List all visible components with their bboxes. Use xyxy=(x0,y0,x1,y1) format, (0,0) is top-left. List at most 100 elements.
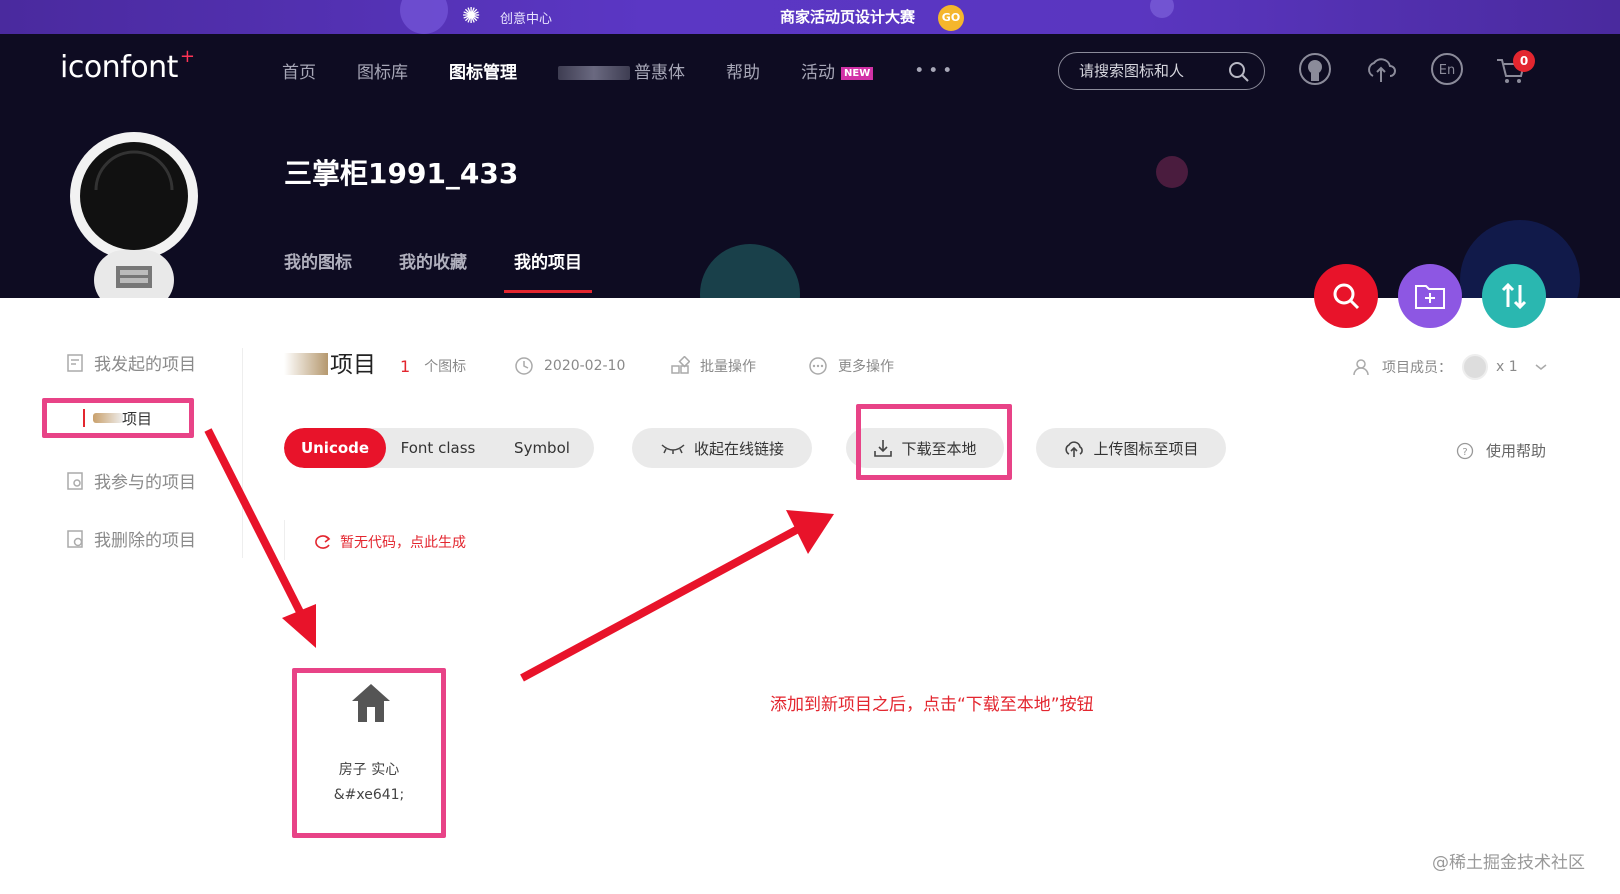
usage-help-link[interactable]: ? 使用帮助 xyxy=(1456,440,1546,461)
help-label: 使用帮助 xyxy=(1486,442,1547,460)
svg-text:En: En xyxy=(1439,63,1455,78)
project-date: 2020-02-10 xyxy=(514,356,625,376)
batch-grid-icon xyxy=(671,356,690,374)
project-members[interactable]: 项目成员： x 1 xyxy=(1352,354,1548,380)
user-icon xyxy=(1353,359,1369,376)
upload-to-project-button[interactable]: 上传图标至项目 xyxy=(1036,428,1226,468)
header-decoration xyxy=(700,244,800,298)
sidebar-item-initiated[interactable]: 我发起的项目 xyxy=(66,350,196,375)
icon-name: 房子 实心 xyxy=(338,762,400,778)
sidebar-divider xyxy=(242,348,243,558)
username: 三掌柜1991_433 xyxy=(284,157,519,190)
button-label: 上传图标至项目 xyxy=(1093,439,1199,458)
more-operations-label: 更多操作 xyxy=(838,359,894,375)
search-box[interactable] xyxy=(1058,52,1265,90)
promo-go-button[interactable]: GO xyxy=(938,5,964,31)
site-header: iconfont+ 首页 图标库 图标管理 普惠体 帮助 活动 NEW ••• E… xyxy=(0,34,1620,298)
code-type-switch: Unicode Font class Symbol xyxy=(284,428,594,468)
active-indicator xyxy=(83,409,85,427)
nav-icon-manage[interactable]: 图标管理 xyxy=(449,58,517,83)
new-project-fab[interactable] xyxy=(1398,264,1462,328)
main-nav: 首页 图标库 图标管理 普惠体 帮助 活动 NEW ••• xyxy=(282,58,997,84)
sidebar-item-current-project[interactable]: 项目 xyxy=(42,398,194,438)
help-circle-icon: ? xyxy=(1456,442,1474,459)
search-input[interactable] xyxy=(1079,62,1219,80)
promo-title: 商家活动页设计大赛 xyxy=(780,8,916,26)
members-count: x 1 xyxy=(1496,359,1518,375)
profile-tabs: 我的图标 我的收藏 我的项目 xyxy=(284,248,629,293)
chevron-down-icon[interactable] xyxy=(1534,362,1548,372)
nav-activity[interactable]: 活动 NEW xyxy=(801,58,874,83)
batch-operation-label: 批量操作 xyxy=(700,359,756,375)
project-sidebar xyxy=(0,298,246,894)
search-fab[interactable] xyxy=(1314,264,1378,328)
icon-count-unit: 个图标 xyxy=(424,359,467,375)
project-title: 项目 xyxy=(284,345,376,379)
folder-add-icon xyxy=(1415,285,1445,309)
cart-count-badge: 0 xyxy=(1513,50,1535,72)
nav-activity-label: 活动 xyxy=(801,63,835,83)
project-date-text: 2020-02-10 xyxy=(544,358,626,374)
tab-my-icons[interactable]: 我的图标 xyxy=(284,248,352,293)
sidebar-item-participated[interactable]: 我参与的项目 xyxy=(66,468,196,493)
seg-font-class[interactable]: Font class xyxy=(386,428,490,468)
seg-unicode[interactable]: Unicode xyxy=(284,428,386,468)
redacted-text xyxy=(284,353,328,375)
download-highlight-box xyxy=(856,404,1012,480)
logo-plus: + xyxy=(179,46,195,67)
upload-cloud-icon[interactable] xyxy=(1364,52,1398,86)
search-icon[interactable] xyxy=(1228,61,1250,83)
icon-code: &#xe641; xyxy=(333,787,405,803)
tutorial-annotation: 添加到新项目之后，点击“下载至本地”按钮 xyxy=(770,695,1094,715)
members-label: 项目成员： xyxy=(1382,360,1452,376)
seg-symbol[interactable]: Symbol xyxy=(490,428,594,468)
icon-count-number: 1 xyxy=(400,356,411,376)
nav-more-button[interactable]: ••• xyxy=(914,61,956,81)
github-icon[interactable] xyxy=(1298,52,1332,86)
icon-count: 1 个图标 xyxy=(400,356,466,376)
house-filled-icon xyxy=(352,684,390,722)
promo-left-text: 创意中心 xyxy=(500,12,553,27)
tab-my-projects[interactable]: 我的项目 xyxy=(504,248,592,293)
banner-orb xyxy=(400,0,448,34)
promo-banner[interactable]: ✺ 创意中心 商家活动页设计大赛 GO xyxy=(0,0,1620,34)
nav-icon-library[interactable]: 图标库 xyxy=(357,58,408,83)
sidebar-item-label: 我删除的项目 xyxy=(94,531,196,551)
svg-text:?: ? xyxy=(1462,447,1467,458)
sort-arrows-icon xyxy=(1501,282,1527,310)
icon-card[interactable]: 房子 实心 &#xe641; xyxy=(292,668,446,838)
arrow-to-download-button xyxy=(520,510,834,682)
project-title-text: 项目 xyxy=(330,352,376,378)
collapse-online-link-button[interactable]: 收起在线链接 xyxy=(632,428,812,468)
trash-document-icon xyxy=(67,529,83,548)
new-badge: NEW xyxy=(841,66,874,80)
language-en-icon[interactable]: En xyxy=(1430,52,1464,86)
redacted-text xyxy=(558,66,630,80)
nav-help[interactable]: 帮助 xyxy=(726,58,760,83)
nav-home[interactable]: 首页 xyxy=(282,58,316,83)
sidebar-item-deleted[interactable]: 我删除的项目 xyxy=(66,526,196,551)
redacted-text xyxy=(93,413,123,423)
nav-font[interactable]: 普惠体 xyxy=(558,58,685,83)
tab-my-favorites[interactable]: 我的收藏 xyxy=(399,248,467,293)
astronaut-avatar[interactable] xyxy=(66,130,202,298)
logo-text: iconfont xyxy=(60,50,178,85)
eye-closed-icon xyxy=(661,444,685,454)
more-circle-icon xyxy=(809,357,827,375)
search-icon xyxy=(1333,283,1360,310)
refresh-icon xyxy=(315,535,331,549)
search-document-icon xyxy=(67,471,83,490)
iconfont-logo[interactable]: iconfont + xyxy=(60,46,195,85)
more-operations[interactable]: 更多操作 xyxy=(808,356,894,376)
sort-fab[interactable] xyxy=(1482,264,1546,328)
edit-document-icon xyxy=(67,353,83,372)
batch-operation[interactable]: 批量操作 xyxy=(670,356,756,376)
sidebar-item-label: 我参与的项目 xyxy=(94,473,196,493)
sidebar-item-label: 我发起的项目 xyxy=(94,355,196,375)
generate-code-link[interactable]: 暂无代码，点此生成 xyxy=(314,532,466,552)
sidebar-item-label: 项目 xyxy=(122,410,153,428)
upload-cloud-icon xyxy=(1065,441,1084,457)
clock-icon xyxy=(515,357,533,375)
page-root: ✺ 创意中心 商家活动页设计大赛 GO iconfont + 首页 图标库 图标管… xyxy=(0,0,1620,894)
member-avatar[interactable] xyxy=(1462,354,1488,380)
